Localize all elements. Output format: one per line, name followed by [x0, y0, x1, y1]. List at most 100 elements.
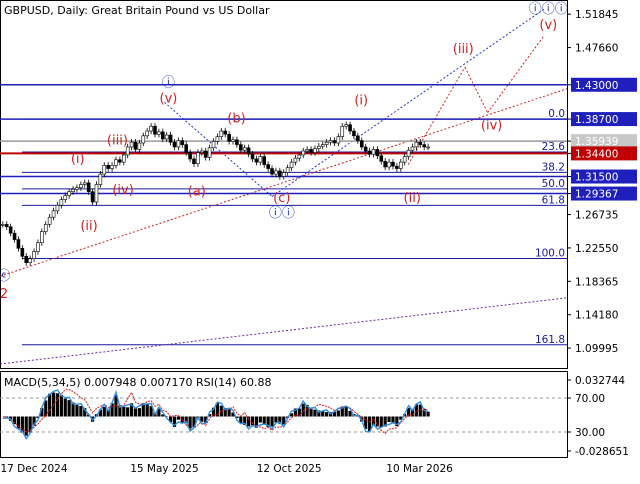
indicator-info: MACD(5,34,5) 0.007948 0.007170 RSI(14) 6…: [4, 376, 271, 389]
candle-body: [220, 131, 223, 137]
fib-level-label: 50.0: [542, 178, 565, 190]
fib-level-label: 61.8: [542, 194, 565, 206]
symbol-info: GBPUSD, Daily: Great Britain Pound vs US…: [4, 4, 270, 17]
wave-label: ⓒ: [0, 269, 11, 284]
price-tag-label: 1.35939: [575, 136, 618, 148]
price-tick-label: 1.09995: [575, 343, 618, 355]
macd-histogram-bar: [270, 417, 273, 427]
macd-histogram-bar: [126, 407, 129, 416]
candle-body: [36, 243, 39, 252]
candle-body: [274, 171, 277, 174]
candle-body: [388, 162, 391, 167]
candle-body: [427, 147, 430, 148]
candle-body: [247, 148, 250, 154]
wave-label: (i): [354, 94, 368, 109]
candle-body: [352, 131, 355, 136]
candle-body: [130, 142, 133, 147]
macd-histogram-bar: [263, 417, 266, 424]
candle-body: [196, 153, 199, 164]
candle-body: [146, 131, 149, 136]
wave-label: (iii): [107, 134, 128, 149]
time-tick-label: 12 Oct 2025: [257, 463, 322, 475]
candle-body: [212, 141, 215, 147]
fib-level-label: 0.0: [548, 108, 565, 120]
macd-histogram-bar: [337, 411, 340, 417]
candle-body: [235, 140, 238, 145]
macd-histogram-bar: [259, 417, 262, 423]
candle-body: [380, 156, 383, 162]
macd-histogram-bar: [25, 417, 28, 436]
candle-body: [290, 162, 293, 168]
time-axis: 17 Dec 2024 15 May 2025 12 Oct 2025 10 Mar …: [0, 463, 453, 475]
candle-body: [122, 155, 125, 162]
candle-body: [13, 233, 16, 239]
wave-label: 2: [0, 287, 8, 302]
candle-body: [48, 217, 51, 224]
candle-body: [337, 137, 340, 143]
candle-body: [333, 141, 336, 143]
macd-histogram-bar: [426, 412, 429, 417]
candle-body: [44, 224, 47, 231]
candle-body: [103, 165, 106, 174]
fib-level-label: 23.6: [542, 141, 566, 153]
candle-body: [419, 142, 422, 144]
macd-histogram-bar: [122, 407, 125, 417]
candle-body: [5, 224, 8, 226]
macd-histogram-bar: [321, 411, 324, 416]
candle-body: [403, 157, 406, 163]
price-tag-label: 1.29367: [575, 189, 618, 201]
macd-histogram-bar: [60, 395, 63, 417]
candle-body: [384, 161, 387, 167]
time-tick-label: 15 May 2025: [130, 463, 198, 475]
indicator-tick-label: -0.028651: [575, 446, 629, 458]
wave-label: (ii): [404, 191, 421, 206]
candle-body: [189, 153, 192, 159]
candle-body: [216, 137, 219, 142]
macd-histogram-bar: [75, 405, 78, 417]
candle-body: [29, 259, 32, 263]
candle-body: [407, 150, 410, 156]
wave-label: (iv): [481, 118, 502, 133]
candle-body: [169, 135, 172, 142]
candle-body: [349, 125, 352, 131]
candle-body: [60, 200, 63, 206]
candle-body: [157, 132, 160, 134]
wave-label: (ii): [80, 219, 97, 234]
price-tick-label: 1.22550: [575, 243, 618, 255]
macd-histogram-bar: [56, 393, 59, 416]
indicator-tick-label: 0.032744: [575, 375, 625, 387]
candle-body: [391, 162, 394, 166]
candle-body: [282, 173, 285, 177]
candle-body: [161, 132, 164, 139]
time-tick-label: 17 Dec 2024: [0, 463, 67, 475]
macd-histogram-bar: [177, 417, 180, 420]
price-tag-label: 1.34400: [575, 148, 618, 160]
chart-svg: 0.023.638.250.061.8100.0161.8 ⓒ2(i)(ii)(…: [0, 0, 640, 480]
indicator-tick-label: 70.00: [575, 393, 605, 405]
price-axis: 1.518451.476601.430001.387001.359391.344…: [567, 9, 637, 355]
price-tag-label: 1.38700: [575, 114, 618, 126]
candle-body: [376, 149, 379, 155]
candle-body: [329, 141, 332, 143]
macd-histogram-bar: [274, 417, 277, 423]
candle-body: [150, 126, 153, 131]
candle-body: [345, 125, 348, 127]
price-tick-label: 1.18365: [575, 276, 618, 288]
candle-body: [200, 151, 203, 153]
wave-label: (i): [71, 152, 85, 167]
candle-body: [25, 256, 28, 262]
macd-histogram-bar: [138, 408, 141, 416]
macd-histogram-bar: [345, 407, 348, 417]
candle-body: [368, 151, 371, 154]
candle-body: [64, 196, 67, 200]
macd-histogram-bar: [134, 409, 137, 417]
candle-body: [118, 160, 121, 162]
candle-body: [142, 136, 145, 143]
candle-body: [267, 165, 270, 169]
candle-body: [310, 149, 313, 152]
candle-body: [356, 136, 359, 141]
candle-body: [204, 151, 207, 157]
candle-body: [68, 192, 71, 196]
candle-body: [87, 183, 90, 192]
time-tick-label: 10 Mar 2026: [386, 463, 453, 475]
